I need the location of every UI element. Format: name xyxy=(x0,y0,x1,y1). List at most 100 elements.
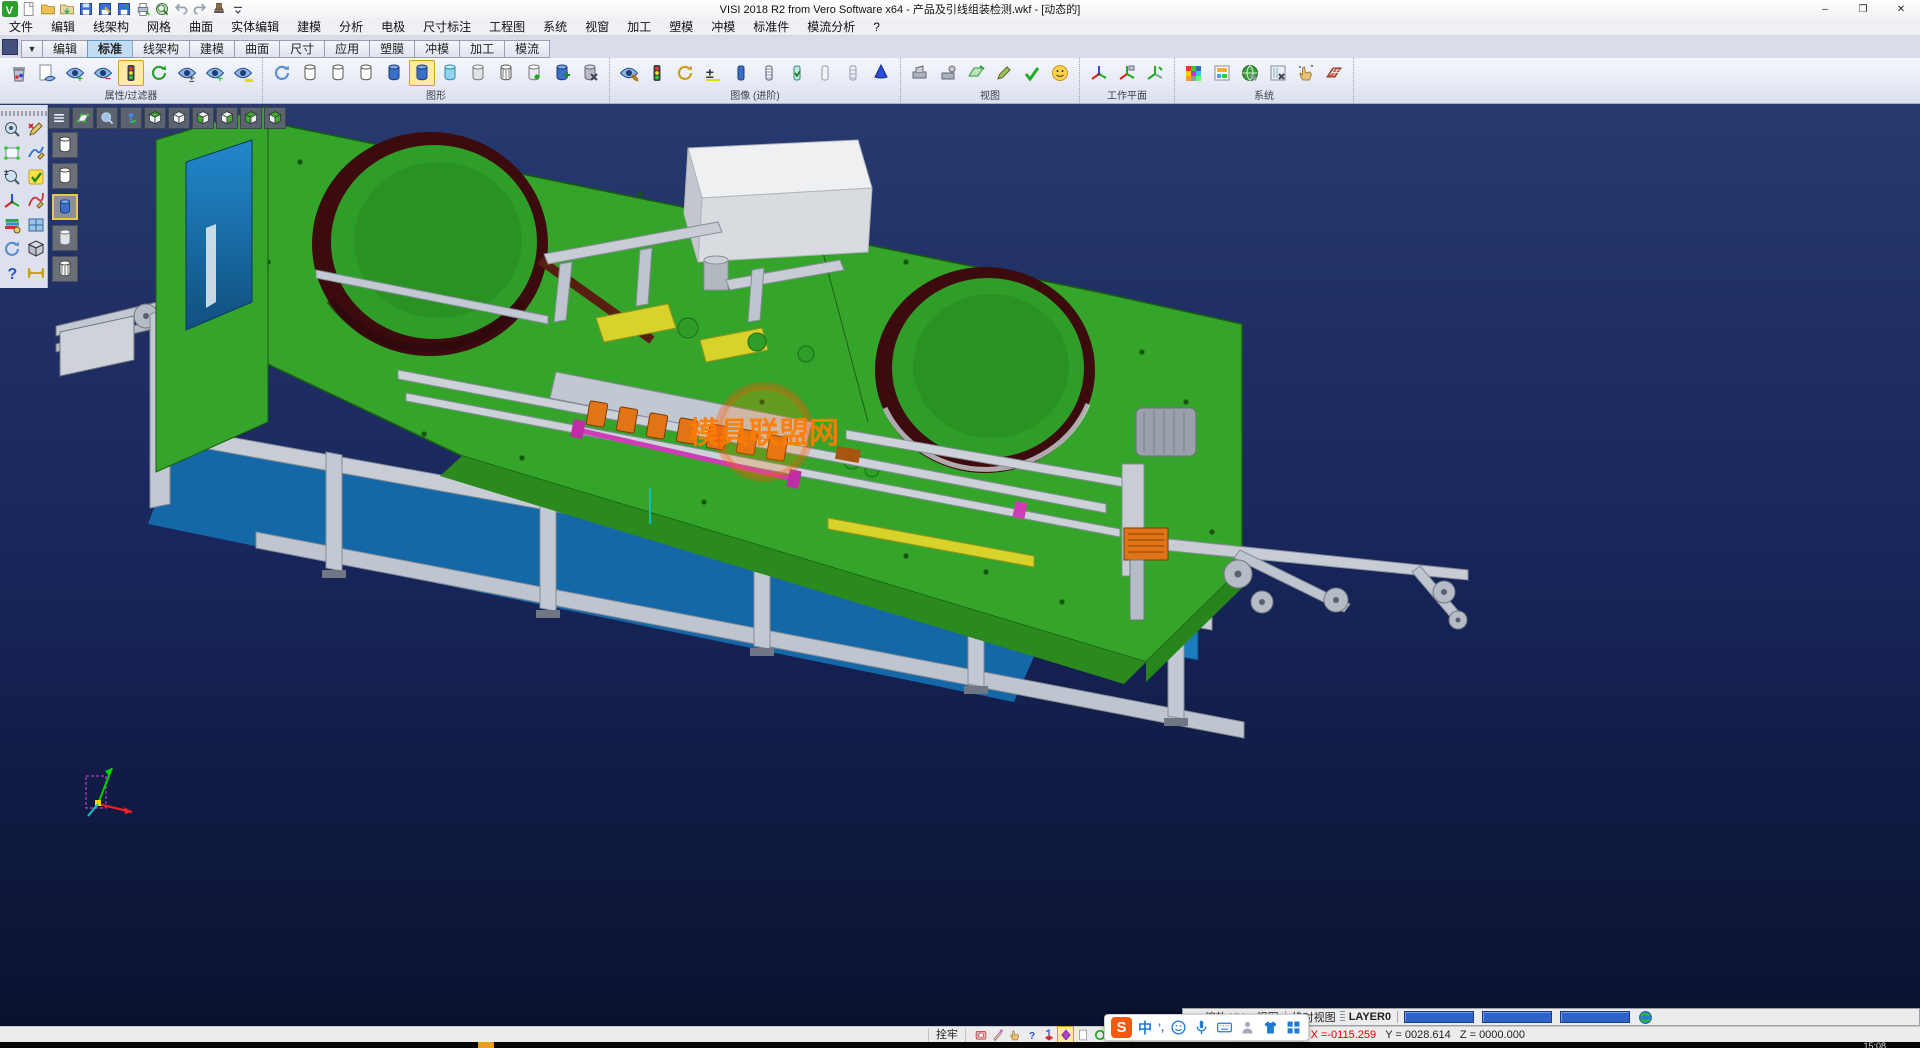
wireframe-icon[interactable] xyxy=(840,60,866,86)
menu-item-14[interactable]: 塑模 xyxy=(660,18,702,36)
resize-frame-icon[interactable] xyxy=(1,142,23,164)
ime-punctuation-toggle[interactable]: ’, xyxy=(1158,1022,1164,1034)
menu-item-3[interactable]: 网格 xyxy=(138,18,180,36)
layer-color-bar-2[interactable] xyxy=(1560,1011,1630,1023)
ucs-axis-icon[interactable] xyxy=(1,190,23,212)
zoom-preview-icon[interactable] xyxy=(1,118,23,140)
ime-emoji-icon[interactable] xyxy=(1170,1019,1187,1036)
dynamic-rotate-icon[interactable] xyxy=(907,60,933,86)
menu-item-0[interactable]: 文件 xyxy=(0,18,42,36)
menu-item-2[interactable]: 线架构 xyxy=(84,18,138,36)
ime-keyboard-icon[interactable] xyxy=(1216,1019,1233,1036)
tab-编辑[interactable]: 编辑 xyxy=(42,40,88,58)
layer-empty-2-icon[interactable] xyxy=(325,60,351,86)
iso-view-3-icon[interactable] xyxy=(192,107,214,129)
shade-blue-icon[interactable] xyxy=(728,60,754,86)
confirm-checkbox-icon[interactable] xyxy=(25,166,47,188)
layer-list-3-icon[interactable] xyxy=(52,225,78,251)
workplane-align-icon[interactable] xyxy=(1142,60,1168,86)
tab-应用[interactable]: 应用 xyxy=(324,40,370,58)
layer-selected-icon[interactable] xyxy=(409,60,435,86)
viewport-3d[interactable]: 模具联盟网 ±? ◎ 缩放 XY + 视图 绝对视图 LAYER0 xyxy=(0,104,1920,1026)
workplane-axis-icon[interactable] xyxy=(1086,60,1112,86)
iso-view-6-icon[interactable] xyxy=(264,107,286,129)
color-palette-icon[interactable] xyxy=(1181,60,1207,86)
attribute-paint-icon[interactable] xyxy=(1,214,23,236)
lock-toggle[interactable]: 拴牢 xyxy=(928,1028,965,1042)
ime-language-toggle[interactable]: 中 xyxy=(1138,1018,1152,1038)
layer-list-2-icon[interactable] xyxy=(52,163,78,189)
show-all-icon[interactable]: + xyxy=(202,60,228,86)
maximize-button[interactable]: ❐ xyxy=(1844,0,1882,18)
system-globe-icon[interactable] xyxy=(1237,60,1263,86)
view-menu-icon[interactable] xyxy=(48,107,70,129)
render-refresh-icon[interactable] xyxy=(672,60,698,86)
tab-曲面[interactable]: 曲面 xyxy=(234,40,280,58)
refresh-visibility-icon[interactable] xyxy=(146,60,172,86)
layer-list-trash-icon[interactable] xyxy=(52,256,78,282)
hide-selected-icon[interactable]: ▬ xyxy=(230,60,256,86)
layer-list-1-icon[interactable] xyxy=(52,132,78,158)
grab-hand-icon[interactable] xyxy=(1007,1027,1022,1042)
layer-list-current-icon[interactable] xyxy=(52,194,78,220)
workplane-edit-icon[interactable] xyxy=(1114,60,1140,86)
menu-item-6[interactable]: 建模 xyxy=(288,18,330,36)
panel-settings-icon[interactable] xyxy=(1265,60,1291,86)
shade-white-icon[interactable] xyxy=(812,60,838,86)
measure-distance-icon[interactable] xyxy=(25,262,47,284)
view-axis-icon[interactable] xyxy=(120,107,142,129)
tab-overflow-button[interactable]: ▼ xyxy=(21,40,43,58)
menu-item-16[interactable]: 标准件 xyxy=(744,18,798,36)
select-hand-icon[interactable] xyxy=(1293,60,1319,86)
layer-color-bars[interactable] xyxy=(1404,1011,1638,1023)
layer-empty-3-icon[interactable] xyxy=(353,60,379,86)
edit-wand-icon[interactable] xyxy=(990,1027,1005,1042)
ime-grid-icon[interactable] xyxy=(1285,1019,1302,1036)
properties-doc-icon[interactable] xyxy=(34,60,60,86)
menu-item-13[interactable]: 加工 xyxy=(618,18,660,36)
menu-item-4[interactable]: 曲面 xyxy=(180,18,222,36)
layer-copy-icon[interactable] xyxy=(549,60,575,86)
ime-mic-icon[interactable] xyxy=(1193,1019,1210,1036)
menu-item-1[interactable]: 编辑 xyxy=(42,18,84,36)
render-filter-icon[interactable] xyxy=(644,60,670,86)
dynamic-pan-icon[interactable] xyxy=(935,60,961,86)
menu-item-5[interactable]: 实体编辑 xyxy=(222,18,288,36)
view-sketch-icon[interactable] xyxy=(991,60,1017,86)
window-views-icon[interactable] xyxy=(25,214,47,236)
menu-item-10[interactable]: 工程图 xyxy=(480,18,534,36)
minimize-button[interactable]: – xyxy=(1806,0,1844,18)
menu-item-15[interactable]: 冲模 xyxy=(702,18,744,36)
quick-help-icon[interactable]: ? xyxy=(1024,1027,1039,1042)
shade-striped-icon[interactable] xyxy=(756,60,782,86)
zoom-plusminus-icon[interactable]: ± xyxy=(1,166,23,188)
tab-塑膜[interactable]: 塑膜 xyxy=(369,40,415,58)
tab-标准[interactable]: 标准 xyxy=(87,40,133,58)
sketch-spline-icon[interactable] xyxy=(25,190,47,212)
image-settings-icon[interactable] xyxy=(1209,60,1235,86)
hide-entities-icon[interactable]: − xyxy=(90,60,116,86)
iso-view-4-icon[interactable] xyxy=(216,107,238,129)
layer-current-icon[interactable] xyxy=(381,60,407,86)
menu-item-7[interactable]: 分析 xyxy=(330,18,372,36)
layer-recycle-icon[interactable] xyxy=(521,60,547,86)
highlight-diamond-icon[interactable] xyxy=(1058,1027,1073,1042)
toggle-visibility-icon[interactable]: ± xyxy=(174,60,200,86)
close-button[interactable]: ✕ xyxy=(1882,0,1920,18)
doc-page-icon[interactable] xyxy=(1075,1027,1090,1042)
layer-white-icon[interactable] xyxy=(465,60,491,86)
menu-item-9[interactable]: 尺寸标注 xyxy=(414,18,480,36)
render-plusminus-icon[interactable]: ± xyxy=(700,60,726,86)
tab-线架构[interactable]: 线架构 xyxy=(132,40,190,58)
solid-cube-icon[interactable] xyxy=(25,238,47,260)
grid-settings-icon[interactable] xyxy=(1321,60,1347,86)
view-check-icon[interactable] xyxy=(1019,60,1045,86)
view-plane-icon[interactable] xyxy=(963,60,989,86)
refresh-layers-icon[interactable] xyxy=(269,60,295,86)
windows-taskbar[interactable]: 15:08 xyxy=(0,1042,1920,1048)
menu-item-11[interactable]: 系统 xyxy=(534,18,576,36)
globe-icon[interactable] xyxy=(1638,1010,1653,1025)
view-pencil-icon[interactable]: ✎ xyxy=(616,60,642,86)
view-smiley-icon[interactable] xyxy=(1047,60,1073,86)
ime-person-icon[interactable] xyxy=(1239,1019,1256,1036)
